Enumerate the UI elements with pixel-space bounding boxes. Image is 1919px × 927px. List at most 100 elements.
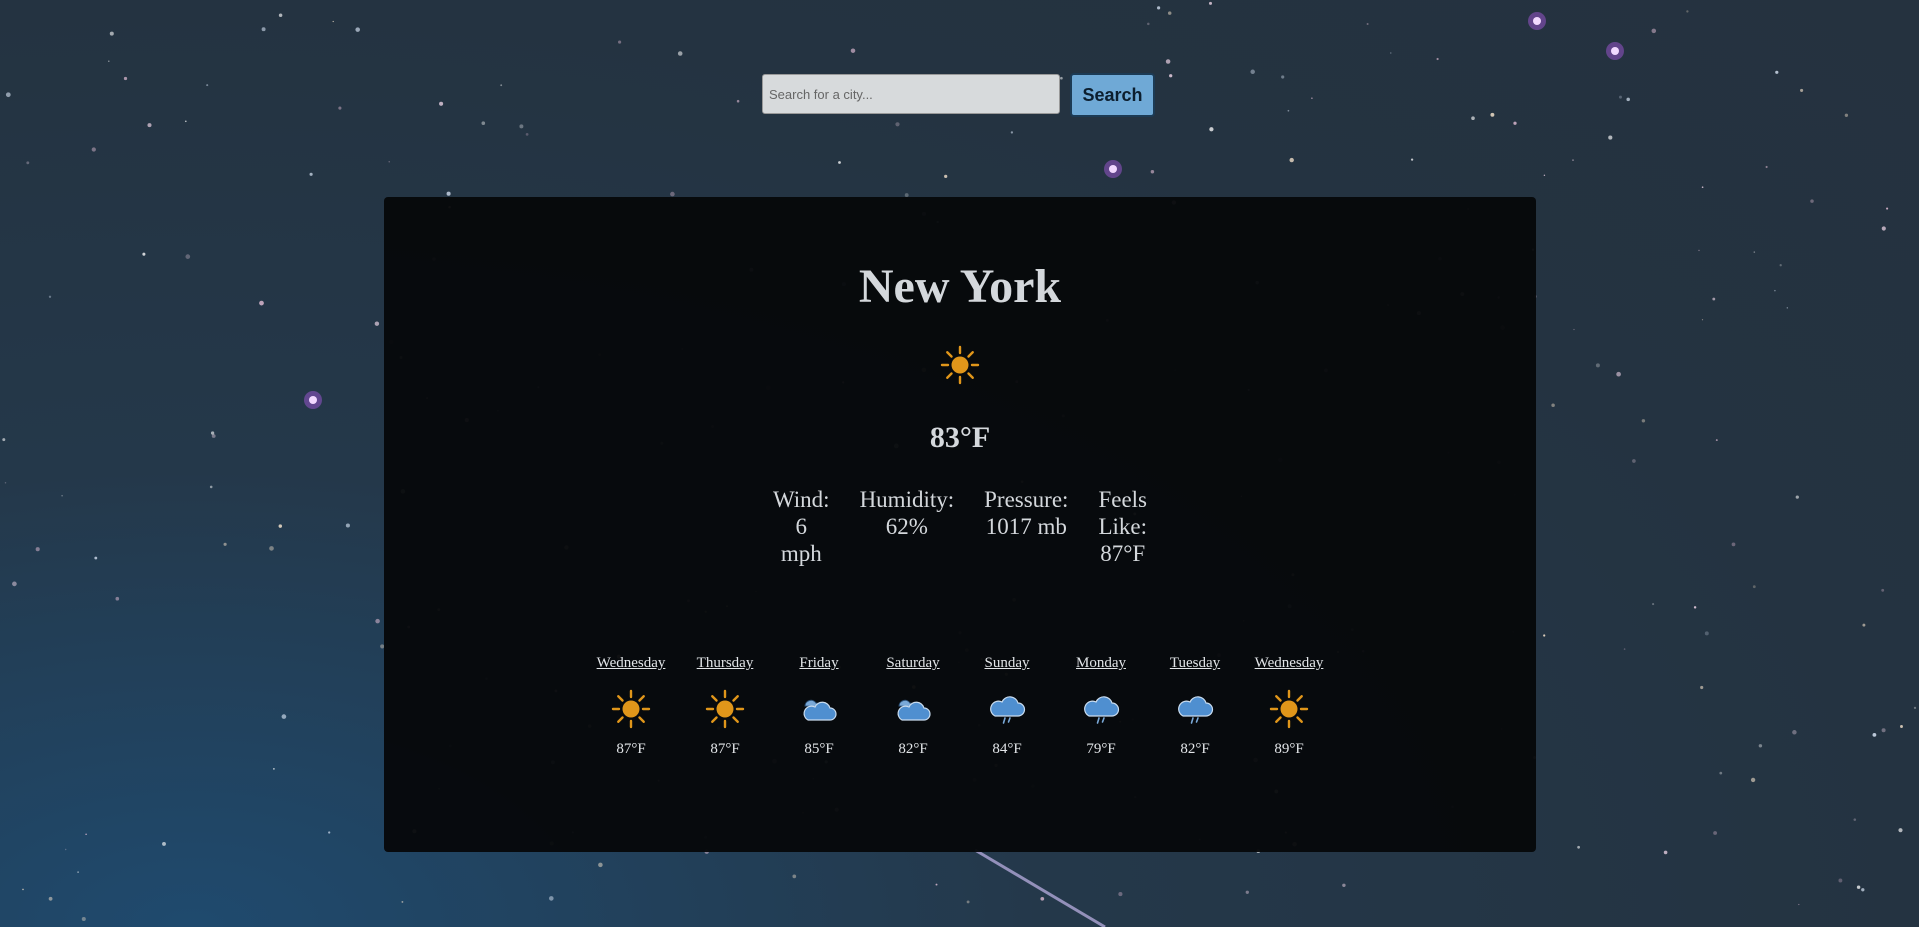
- star: [525, 133, 529, 136]
- star: [1040, 896, 1045, 901]
- star: [519, 124, 524, 129]
- star: [1862, 623, 1866, 627]
- star: [1786, 307, 1788, 309]
- forecast-day-temp: 79°F: [1086, 741, 1116, 757]
- star: [1701, 186, 1704, 189]
- star: [142, 252, 146, 256]
- star: [1157, 6, 1161, 10]
- star: [269, 546, 274, 551]
- forecast-day-name[interactable]: Monday: [1076, 655, 1126, 675]
- star: [1704, 631, 1709, 636]
- star: [1652, 603, 1655, 606]
- forecast-day-name[interactable]: Sunday: [985, 655, 1030, 675]
- star: [91, 147, 96, 152]
- forecast-day-name[interactable]: Wednesday: [1255, 655, 1324, 675]
- star: [12, 581, 17, 587]
- star: [64, 848, 67, 851]
- star: [1245, 890, 1249, 894]
- star: [439, 101, 444, 106]
- forecast-list: Wednesday 87°F Thursday 87°F Friday 85°F…: [384, 655, 1536, 758]
- star: [223, 542, 227, 546]
- star: [1731, 542, 1736, 547]
- star: [355, 27, 360, 32]
- star: [966, 900, 970, 904]
- star: [388, 161, 390, 163]
- star: [2, 438, 6, 442]
- star: [1838, 878, 1843, 883]
- star: [1573, 328, 1575, 331]
- star: [1513, 121, 1517, 125]
- star: [77, 871, 79, 873]
- star: [48, 295, 52, 298]
- star: [26, 161, 30, 165]
- star: [4, 482, 7, 484]
- forecast-day-name[interactable]: Friday: [799, 655, 838, 675]
- star: [94, 556, 98, 560]
- star: [1608, 135, 1613, 140]
- star: [1693, 606, 1697, 609]
- star: [374, 321, 380, 326]
- star: [1750, 777, 1756, 783]
- star: [1551, 403, 1555, 407]
- star: [1595, 363, 1600, 368]
- star: [162, 841, 166, 846]
- star: [1577, 845, 1580, 849]
- search-button[interactable]: Search: [1070, 73, 1155, 117]
- forecast-day: Sunday 84°F: [972, 655, 1042, 758]
- partly-cloudy-icon: [893, 689, 933, 729]
- star: [1118, 892, 1123, 897]
- star: [123, 76, 128, 81]
- star: [259, 300, 264, 306]
- forecast-day-name[interactable]: Tuesday: [1170, 655, 1220, 675]
- star: [1752, 585, 1756, 589]
- star: [1700, 685, 1704, 690]
- humidity-value: 62%: [885, 514, 928, 539]
- star: [209, 485, 213, 489]
- star: [895, 122, 900, 127]
- star: [309, 172, 313, 176]
- glow-star-core: [1109, 165, 1117, 173]
- star: [281, 714, 287, 719]
- star: [549, 896, 554, 901]
- star: [1886, 207, 1889, 210]
- star: [48, 896, 53, 901]
- star: [1623, 648, 1626, 650]
- star: [1543, 634, 1546, 637]
- star: [1872, 733, 1877, 737]
- star: [115, 596, 120, 601]
- star: [1632, 459, 1636, 463]
- forecast-day-temp: 84°F: [992, 741, 1022, 757]
- star: [147, 123, 152, 128]
- star: [935, 883, 938, 886]
- search-input[interactable]: [762, 74, 1060, 114]
- star: [1779, 264, 1782, 267]
- star: [1490, 112, 1495, 117]
- star: [1853, 818, 1857, 821]
- rain-cloud-icon: [1081, 689, 1121, 729]
- forecast-day-temp: 82°F: [1180, 741, 1210, 757]
- wind-label: Wind:: [772, 487, 830, 512]
- glow-star-core: [1533, 17, 1541, 25]
- star: [85, 833, 87, 835]
- star: [1881, 728, 1886, 733]
- forecast-day-temp: 85°F: [804, 741, 834, 757]
- forecast-day-name[interactable]: Wednesday: [597, 655, 666, 675]
- star: [1795, 495, 1799, 499]
- star: [345, 523, 350, 528]
- forecast-day-name[interactable]: Thursday: [697, 655, 754, 675]
- star: [1150, 170, 1155, 174]
- star: [1342, 883, 1346, 888]
- forecast-day-temp: 82°F: [898, 741, 928, 757]
- star: [328, 831, 331, 834]
- star: [500, 84, 503, 87]
- glow-star-core: [309, 396, 317, 404]
- meteor-streak: [974, 848, 1106, 927]
- star: [1572, 159, 1574, 161]
- wind-detail: Wind: 6 mph: [773, 486, 830, 567]
- star: [1250, 69, 1255, 75]
- star: [1810, 199, 1814, 203]
- star: [1792, 730, 1797, 735]
- star: [338, 106, 342, 110]
- star: [850, 48, 856, 53]
- forecast-day-name[interactable]: Saturday: [886, 655, 939, 675]
